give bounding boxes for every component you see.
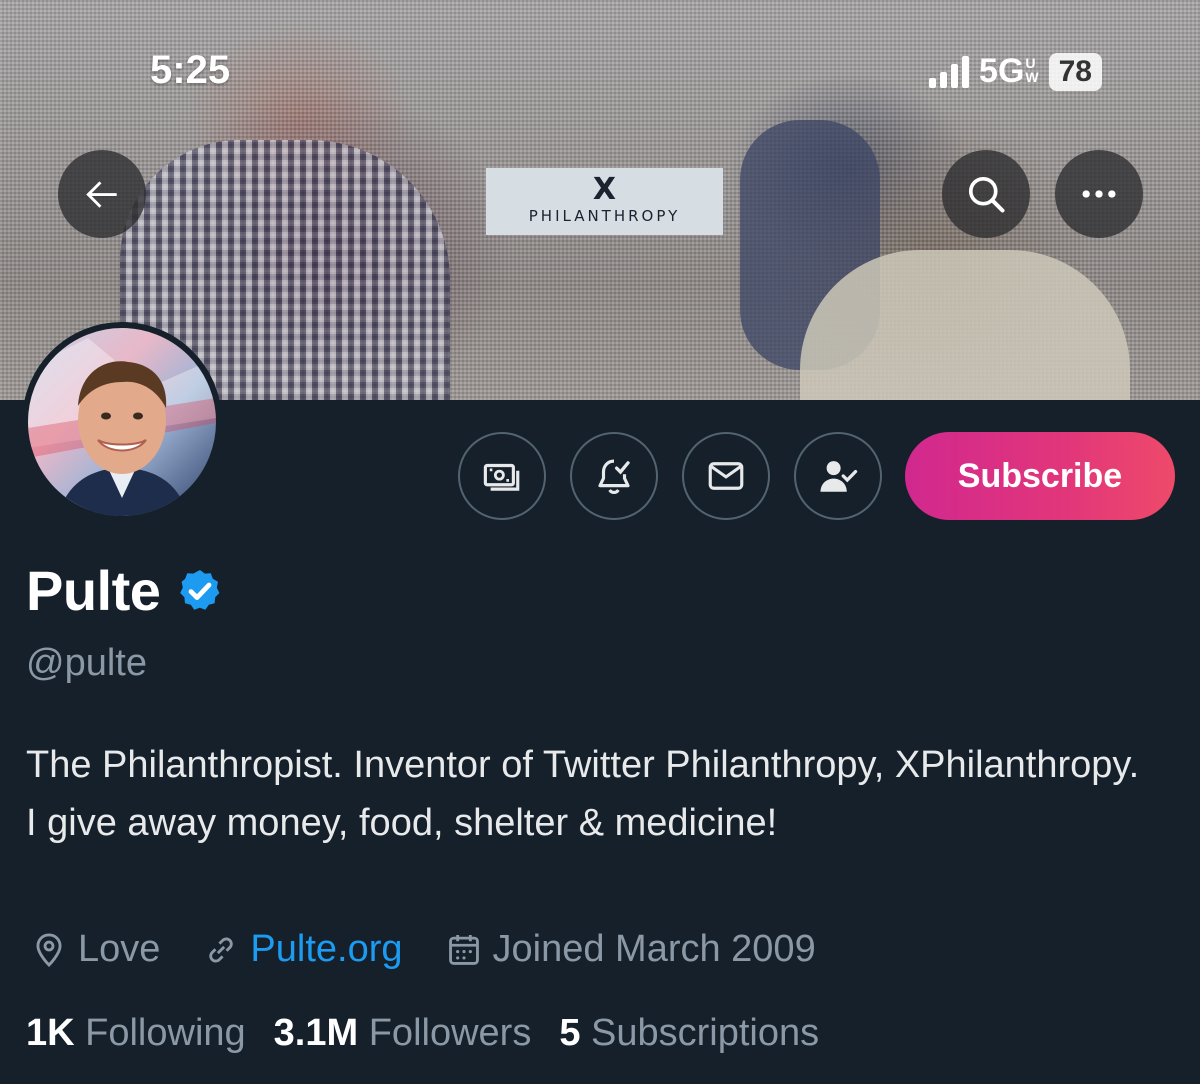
- subscriptions-stat[interactable]: 5 Subscriptions: [559, 1012, 819, 1055]
- profile-bio: The Philanthropist. Inventor of Twitter …: [26, 744, 1140, 844]
- more-dots-icon: [1082, 190, 1116, 198]
- profile-name: Pulte: [26, 559, 161, 622]
- location-item: Love: [30, 928, 160, 971]
- location-text: Love: [78, 928, 161, 970]
- following-stat[interactable]: 1K Following: [26, 1012, 246, 1055]
- signal-icon: [929, 55, 970, 88]
- notifications-button[interactable]: [570, 432, 658, 520]
- verified-badge-icon[interactable]: [176, 567, 224, 615]
- joined-item: Joined March 2009: [445, 928, 816, 971]
- battery-level: 78: [1058, 54, 1092, 88]
- following-count: 1K: [26, 1012, 75, 1054]
- subscriptions-count: 5: [559, 1012, 581, 1054]
- link-icon: [209, 936, 234, 963]
- banner-figure-right: [800, 250, 1130, 400]
- network-suffix-bottom: W: [1025, 69, 1039, 85]
- logo-x: X: [592, 172, 617, 207]
- message-button[interactable]: [682, 432, 770, 520]
- followers-stat[interactable]: 3.1M Followers: [274, 1012, 532, 1055]
- status-indicators: 5G U W 78: [929, 52, 1102, 91]
- profile-name-row: Pulte: [26, 558, 224, 623]
- bell-check-icon: [598, 459, 630, 495]
- network-type: 5G U W: [979, 52, 1039, 91]
- avatar-portrait: [28, 338, 216, 516]
- profile-handle: @pulte: [26, 642, 147, 684]
- network-label: 5G: [979, 52, 1025, 90]
- followers-count: 3.1M: [273, 1012, 359, 1054]
- x-philanthropy-logo: X PHILANTHROPY: [486, 168, 723, 235]
- envelope-icon: [708, 462, 744, 490]
- network-suffix-top: U: [1025, 55, 1036, 71]
- logo-word: PHILANTHROPY: [528, 207, 681, 225]
- more-options-button[interactable]: [1055, 150, 1143, 238]
- joined-text: Joined March 2009: [492, 928, 816, 970]
- money-icon: [483, 463, 520, 491]
- back-button[interactable]: [58, 150, 146, 238]
- followers-label: Followers: [368, 1012, 532, 1054]
- search-icon: [968, 176, 1005, 213]
- website-link[interactable]: Pulte.org: [250, 928, 402, 971]
- person-check-icon: [820, 461, 858, 492]
- following-button[interactable]: [794, 432, 882, 520]
- tip-button[interactable]: [458, 432, 546, 520]
- status-time: 5:25: [150, 48, 231, 92]
- profile-meta: Love Pulte.org Joined March 2009: [30, 928, 858, 971]
- subscriptions-label: Subscriptions: [591, 1012, 820, 1054]
- battery-icon: 78: [1048, 52, 1102, 91]
- search-button[interactable]: [942, 150, 1030, 238]
- calendar-icon: [448, 934, 479, 965]
- profile-stats: 1K Following 3.1M Followers 5 Subscripti…: [26, 1012, 847, 1055]
- subscribe-button[interactable]: Subscribe: [905, 432, 1175, 520]
- following-label: Following: [85, 1012, 246, 1054]
- avatar[interactable]: [22, 322, 222, 522]
- website-item[interactable]: Pulte.org: [202, 928, 403, 971]
- location-pin-icon: [36, 933, 62, 967]
- arrow-left-icon: [86, 181, 117, 208]
